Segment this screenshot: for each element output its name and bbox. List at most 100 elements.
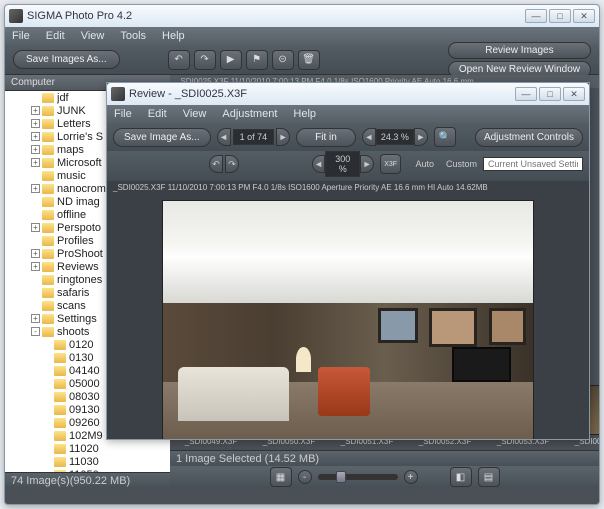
expand-icon[interactable]: + [31,158,40,167]
prev-image-button[interactable]: ◄ [217,128,231,146]
expand-icon[interactable]: + [31,119,40,128]
zoom-in-button[interactable]: + [404,470,418,484]
review-minimize-button[interactable]: — [515,87,537,101]
folder-icon [42,145,54,155]
delete-button[interactable]: 🗑 [298,50,320,70]
review-images-button[interactable]: Review Images [448,42,591,59]
menu-tools[interactable]: Tools [117,28,149,44]
expand-icon[interactable]: + [31,249,40,258]
tree-label: 102M9 [69,430,103,442]
tree-label: 11020 [69,443,99,455]
rotate-cw-button[interactable]: ↷ [194,50,216,70]
main-titlebar[interactable]: SIGMA Photo Pro 4.2 — □ ✕ [5,5,599,27]
adjustment-controls-button[interactable]: Adjustment Controls [475,128,583,147]
tree-label: safaris [57,287,89,299]
mode-custom-label[interactable]: Custom [446,159,477,169]
review-image-info: _SDI0025.X3F 11/10/2010 7:00:13 PM F4.0 … [107,181,589,194]
review-menu-view[interactable]: View [180,106,210,122]
loupe-button[interactable]: 🔍 [434,127,456,147]
save-image-button[interactable]: Save Image As... [113,128,211,147]
folder-icon [42,275,54,285]
tree-label: 11030 [69,456,99,468]
menu-file[interactable]: File [9,28,33,44]
menu-view[interactable]: View [78,28,108,44]
slider-handle[interactable] [336,471,346,483]
folder-icon [54,379,66,389]
tree-label: jdf [57,92,69,104]
tree-item[interactable]: 11020 [5,442,170,455]
minimize-button[interactable]: — [525,9,547,23]
rotate-left-button[interactable]: ↶ [209,155,223,173]
folder-icon [54,340,66,350]
tree-item[interactable]: 11030 [5,455,170,468]
menu-edit[interactable]: Edit [43,28,68,44]
folder-icon [42,249,54,259]
collapse-icon[interactable]: - [31,327,40,336]
folder-icon [42,262,54,272]
tree-label: music [57,170,86,182]
zoom2-value: 300 % [325,151,360,177]
close-button[interactable]: ✕ [573,9,595,23]
flag-button[interactable]: ⚑ [246,50,268,70]
folder-icon [42,106,54,116]
expand-icon[interactable]: + [31,184,40,193]
zoom2-up-button[interactable]: ► [360,155,374,173]
zoom-spinner-2[interactable]: ◄ 300 % ► [312,151,374,177]
tree-label: scans [57,300,86,312]
tree-label: Profiles [57,235,94,247]
review-maximize-button[interactable]: □ [539,87,561,101]
folder-icon [42,132,54,142]
review-menu-adjustment[interactable]: Adjustment [219,106,280,122]
review-menu-help[interactable]: Help [290,106,319,122]
tree-label: ND imag [57,196,100,208]
zoom-out-button[interactable]: - [298,470,312,484]
thumbnail-size-slider[interactable] [318,474,398,480]
tree-label: 05000 [69,378,100,390]
zoom1-down-button[interactable]: ◄ [362,128,376,146]
review-menu-file[interactable]: File [111,106,135,122]
expand-icon[interactable]: + [31,106,40,115]
expand-icon[interactable]: + [31,262,40,271]
view-mode-2-button[interactable]: ▤ [478,467,500,487]
rotate-ccw-button[interactable]: ↶ [168,50,190,70]
bottom-toolbar: ▦ - + ◧ ▤ [170,466,599,488]
main-toolbar: Save Images As... ↶ ↷ ▶ ⚑ ⊝ 🗑 Review Ima… [5,45,599,75]
tree-label: 09260 [69,417,100,429]
review-close-button[interactable]: ✕ [563,87,585,101]
expand-icon[interactable]: + [31,132,40,141]
expand-icon[interactable]: + [31,314,40,323]
mode-auto-label[interactable]: Auto [415,159,434,169]
tree-label: offline [57,209,86,221]
review-titlebar[interactable]: Review - _SDI0025.X3F — □ ✕ [107,83,589,105]
folder-icon [42,93,54,103]
expand-icon[interactable]: + [31,145,40,154]
menu-help[interactable]: Help [159,28,188,44]
expand-icon[interactable]: + [31,223,40,232]
rotate-right-button[interactable]: ↷ [225,155,239,173]
folder-icon [42,119,54,129]
zoom1-up-button[interactable]: ► [414,128,428,146]
x3f-button[interactable]: X3F [380,154,402,174]
play-button[interactable]: ▶ [220,50,242,70]
setting-input[interactable] [483,157,583,171]
review-toolbar-2: ↶ ↷ ◄ 300 % ► X3F Auto Custom [107,151,589,181]
grid-view-button[interactable]: ▦ [270,467,292,487]
zoom-spinner-1[interactable]: ◄ 24.3 % ► [362,128,428,146]
folder-icon [42,223,54,233]
tree-label: 0120 [69,339,93,351]
review-toolbar: Save Image As... ◄ 1 of 74 ► Fit in ◄ 24… [107,123,589,151]
fit-in-button[interactable]: Fit in [296,128,356,147]
maximize-button[interactable]: □ [549,9,571,23]
review-menu-edit[interactable]: Edit [145,106,170,122]
review-menubar: File Edit View Adjustment Help [107,105,589,123]
folder-icon [54,353,66,363]
tree-label: 04140 [69,365,100,377]
tree-label: JUNK [57,105,86,117]
lock-button[interactable]: ⊝ [272,50,294,70]
zoom2-down-button[interactable]: ◄ [312,155,326,173]
image-viewport[interactable] [107,194,589,439]
save-images-button[interactable]: Save Images As... [13,50,120,69]
main-title: SIGMA Photo Pro 4.2 [27,10,525,22]
next-image-button[interactable]: ► [276,128,290,146]
view-mode-1-button[interactable]: ◧ [450,467,472,487]
